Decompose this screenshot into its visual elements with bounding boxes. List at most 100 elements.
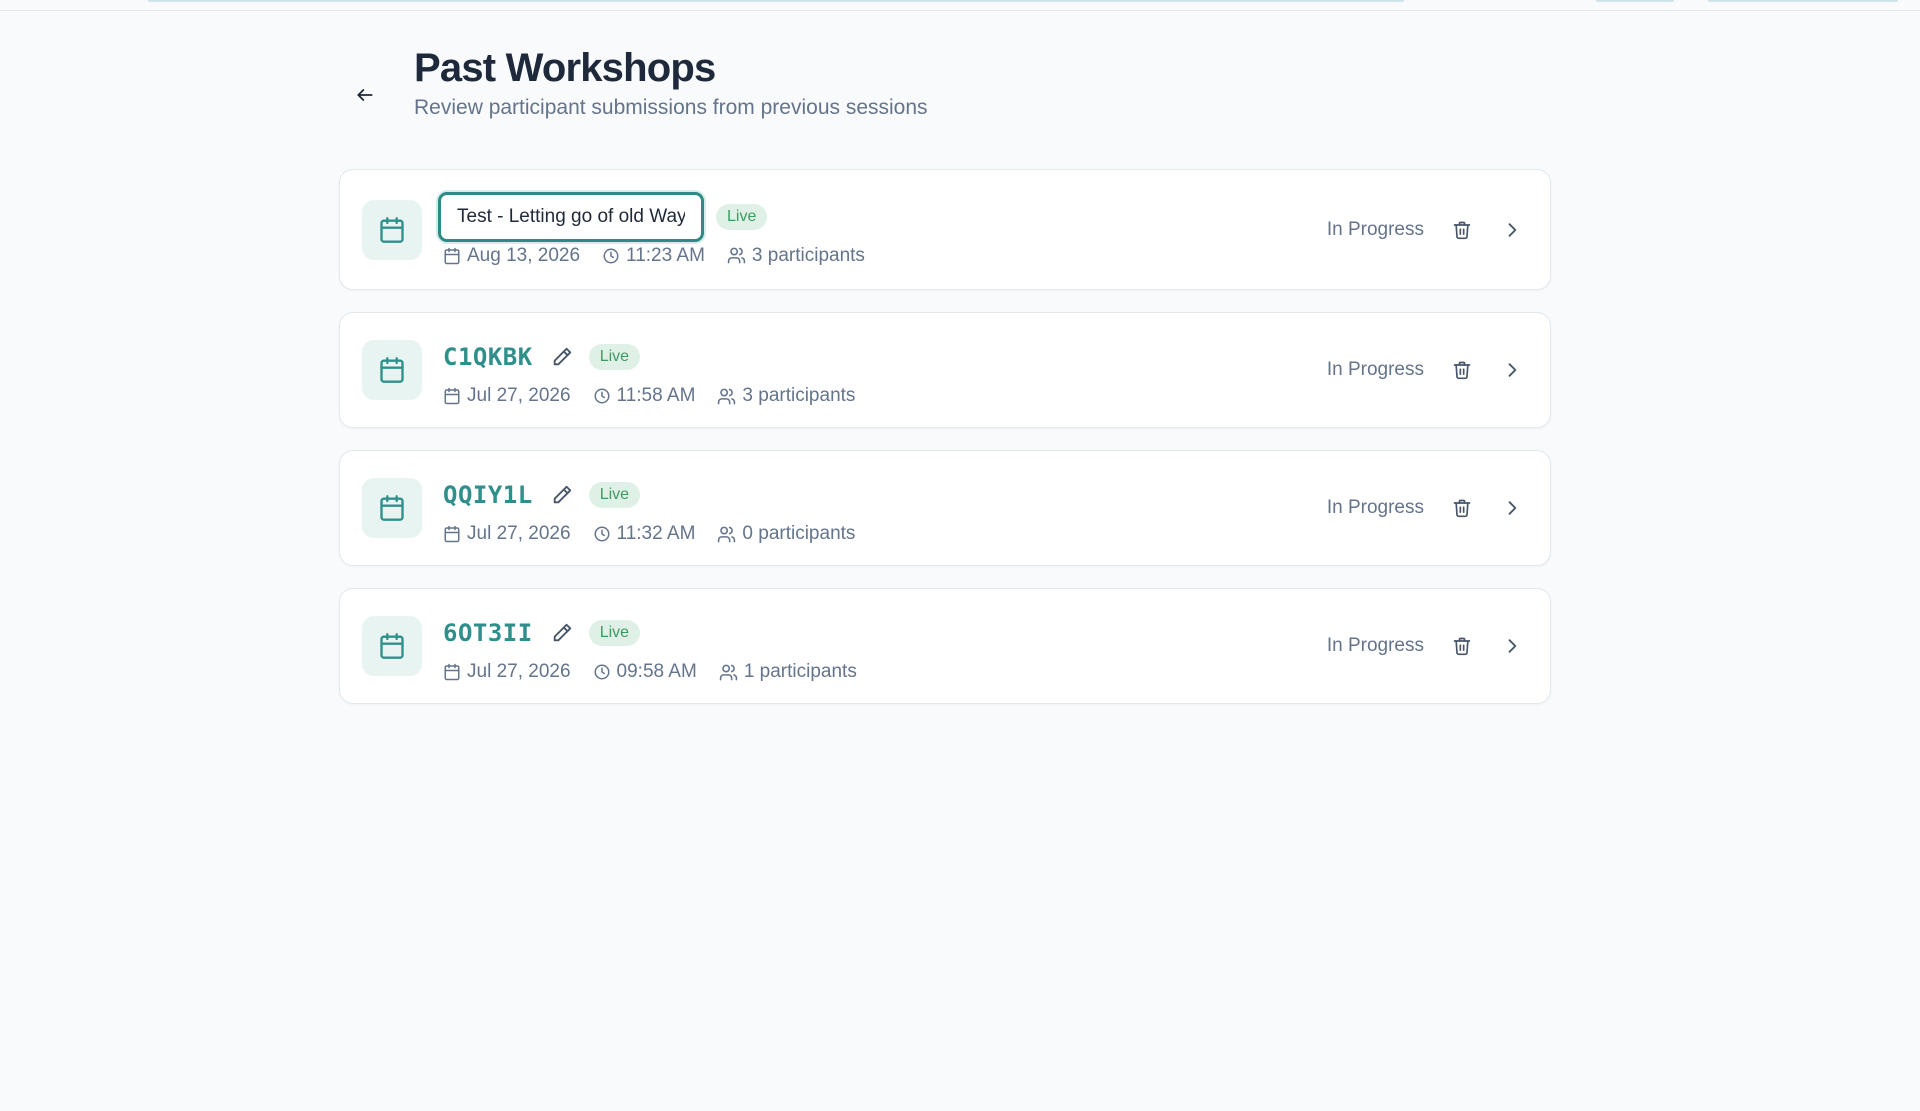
workshop-icon-tile [362,478,422,538]
workshop-time: 09:58 AM [593,661,697,683]
workshop-participants: 0 participants [717,523,855,545]
workshop-date: Jul 27, 2026 [443,385,571,407]
participants-text: 3 participants [742,385,856,406]
date-text: Jul 27, 2026 [467,523,571,544]
top-nav-edge [0,0,1920,11]
clock-icon [594,664,610,680]
open-workshop-button[interactable] [1494,628,1530,664]
workshop-actions: In Progress [1327,628,1530,664]
delete-button[interactable] [1444,352,1480,388]
edit-name-button[interactable] [547,480,577,510]
nav-highlight-strip [148,0,1404,2]
workshop-title-row: 6OT3II Live [443,609,879,657]
calendar-icon [380,495,404,521]
workshop-date: Aug 13, 2026 [443,245,580,267]
workshop-meta: Jul 27, 2026 09:58 AM 1 participants [443,661,879,683]
workshop-info: QQIY1L Live Jul 27, 2026 11:32 AM 0 part… [443,451,877,565]
workshop-meta: Jul 27, 2026 11:32 AM 0 participants [443,523,877,545]
edit-name-button[interactable] [547,618,577,648]
workshop-actions: In Progress [1327,212,1530,248]
workshop-card[interactable]: 6OT3II Live Jul 27, 2026 09:58 AM 1 part… [339,588,1551,704]
time-text: 11:58 AM [616,385,696,406]
edit-name-button[interactable] [547,342,577,372]
date-text: Jul 27, 2026 [467,661,571,682]
chevron-right-icon [1508,501,1517,515]
clock-icon [603,248,619,263]
participants-text: 0 participants [742,523,856,544]
delete-button[interactable] [1444,628,1480,664]
pencil-icon [553,623,571,642]
workshop-icon-tile [362,199,422,260]
participants-text: 1 participants [743,661,857,682]
clock-icon [594,526,610,542]
workshop-title-row: QQIY1L Live [443,471,877,519]
time-text: 11:23 AM [626,244,705,266]
trash-icon [1453,637,1471,656]
live-badge: Live [588,482,641,508]
live-badge: Live [588,344,641,370]
workshop-card[interactable]: C1QKBK Live Jul 27, 2026 11:58 AM 3 part… [339,312,1551,428]
workshop-participants: 3 participants [717,385,855,407]
trash-icon [1453,361,1471,380]
workshop-card[interactable]: QQIY1L Live Jul 27, 2026 11:32 AM 0 part… [339,450,1551,566]
workshop-title-row: C1QKBK Live [443,333,877,381]
workshop-code[interactable]: 6OT3II [443,619,533,647]
open-workshop-button[interactable] [1494,212,1530,248]
trash-icon [1453,221,1471,239]
calendar-small-icon [444,247,460,264]
workshop-time: 11:23 AM [602,245,705,267]
page-subtitle: Review participant submissions from prev… [414,96,928,119]
pencil-icon [553,347,571,366]
users-icon [719,664,738,680]
open-workshop-button[interactable] [1494,490,1530,526]
users-icon [727,247,746,264]
chevron-right-icon [1508,363,1517,377]
users-icon [718,388,736,404]
back-button[interactable] [340,70,390,120]
workshop-code[interactable]: C1QKBK [443,343,533,371]
nav-highlight-strip [1708,0,1898,2]
time-text: 11:32 AM [616,523,696,544]
date-text: Aug 13, 2026 [467,244,581,266]
calendar-icon [380,357,404,383]
workshop-time: 11:32 AM [593,523,696,545]
workshop-name-input[interactable] [438,191,704,242]
users-icon [718,526,736,542]
workshop-info: 6OT3II Live Jul 27, 2026 09:58 AM 1 part… [443,589,879,703]
pencil-icon [553,485,571,504]
workshop-info: C1QKBK Live Jul 27, 2026 11:58 AM 3 part… [443,313,877,427]
workshop-participants: 1 participants [719,661,857,683]
workshop-list: Live Aug 13, 2026 11:23 AM 3 participant… [339,169,1551,726]
calendar-small-icon [444,663,460,681]
workshop-actions: In Progress [1327,352,1530,388]
workshop-meta: Jul 27, 2026 11:58 AM 3 participants [443,385,877,407]
workshop-icon-tile [362,340,422,400]
calendar-icon [380,216,404,243]
chevron-right-icon [1508,639,1517,653]
workshop-time: 11:58 AM [593,385,696,407]
participants-text: 3 participants [751,244,865,266]
arrow-left-icon [357,89,373,101]
time-text: 09:58 AM [616,661,697,682]
open-workshop-button[interactable] [1494,352,1530,388]
workshop-date: Jul 27, 2026 [443,523,571,545]
nav-highlight-strip [1596,0,1674,2]
live-badge: Live [716,203,768,230]
workshop-participants: 3 participants [727,245,865,267]
status-text: In Progress [1326,635,1424,656]
workshop-code[interactable]: QQIY1L [443,481,533,509]
delete-button[interactable] [1444,490,1480,526]
chevron-right-icon [1508,222,1517,237]
status-text: In Progress [1326,218,1424,240]
status-text: In Progress [1326,359,1424,380]
clock-icon [594,388,610,404]
workshop-meta: Aug 13, 2026 11:23 AM 3 participants [443,245,887,267]
delete-button[interactable] [1444,212,1480,248]
calendar-icon [380,633,404,659]
page-title: Past Workshops [414,46,716,90]
calendar-small-icon [444,387,460,405]
calendar-small-icon [444,525,460,543]
live-badge: Live [588,620,641,646]
workshop-card[interactable]: Live Aug 13, 2026 11:23 AM 3 participant… [339,169,1551,290]
date-text: Jul 27, 2026 [467,385,571,406]
